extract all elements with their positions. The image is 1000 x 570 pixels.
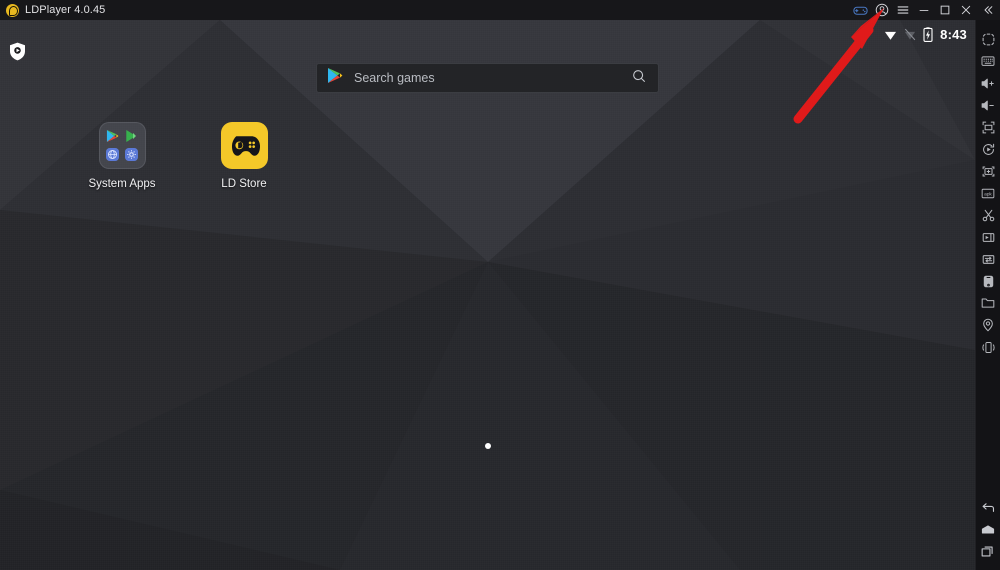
menu-icon[interactable]	[892, 0, 913, 20]
window-title: LDPlayer 4.0.45	[25, 4, 106, 16]
shield-play-icon[interactable]	[9, 42, 26, 61]
collapse-icon[interactable]	[976, 0, 1000, 20]
folder-container	[98, 122, 146, 169]
title-bar-controls	[850, 0, 1000, 20]
google-play-icon	[327, 67, 343, 89]
right-toolbar: apk	[975, 20, 1000, 570]
title-bar: LDPlayer 4.0.45	[0, 0, 1000, 20]
svg-text:apk: apk	[984, 191, 992, 196]
android-status-bar: 8:43	[884, 24, 967, 44]
ldplayer-logo-icon	[6, 3, 19, 17]
ld-store-gamepad-icon	[220, 122, 268, 169]
status-bar-clock: 8:43	[940, 26, 967, 42]
recent-apps-icon[interactable]	[976, 540, 1000, 562]
title-bar-left: LDPlayer 4.0.45	[0, 3, 106, 17]
toolbar-top-group: apk	[976, 28, 1000, 358]
system-apps-tile[interactable]	[98, 122, 146, 169]
maximize-icon[interactable]	[934, 0, 955, 20]
page-indicator-dot[interactable]	[485, 443, 491, 449]
play-games-icon	[123, 128, 140, 145]
signal-icon	[904, 28, 916, 41]
settings-icon	[123, 147, 140, 164]
browser-icon	[105, 147, 122, 164]
gamepad-icon[interactable]	[850, 0, 871, 20]
wallpaper	[0, 20, 975, 570]
minimize-icon[interactable]	[913, 0, 934, 20]
volume-up-icon[interactable]	[976, 72, 1000, 94]
device-icon[interactable]	[976, 270, 1000, 292]
volume-down-icon[interactable]	[976, 94, 1000, 116]
home-icon[interactable]	[976, 518, 1000, 540]
rotate-icon[interactable]	[976, 138, 1000, 160]
scissors-icon[interactable]	[976, 204, 1000, 226]
battery-charging-icon	[923, 26, 933, 42]
close-icon[interactable]	[955, 0, 976, 20]
app-label: System Apps	[88, 178, 156, 190]
video-record-icon[interactable]	[976, 226, 1000, 248]
account-icon[interactable]	[871, 0, 892, 20]
ld-store-tile[interactable]	[220, 122, 268, 169]
ldplayer-window: LDPlayer 4.0.45 8:43 Search games System…	[0, 0, 1000, 570]
keyboard-icon[interactable]	[976, 50, 1000, 72]
wifi-icon	[884, 28, 897, 41]
maximize-screen-icon[interactable]	[976, 116, 1000, 138]
back-icon[interactable]	[976, 496, 1000, 518]
search-games-bar[interactable]: Search games	[316, 63, 659, 93]
location-pin-icon[interactable]	[976, 314, 1000, 336]
shake-device-icon[interactable]	[976, 336, 1000, 358]
apk-install-icon[interactable]: apk	[976, 182, 1000, 204]
search-icon[interactable]	[632, 69, 646, 88]
app-icon-system-apps[interactable]: System Apps	[76, 122, 168, 190]
app-label: LD Store	[221, 178, 267, 190]
play-store-icon	[105, 128, 122, 145]
toolbar-nav-group	[976, 496, 1000, 562]
android-screen[interactable]: 8:43 Search games System Apps LD Store	[0, 20, 975, 570]
fullscreen-ring-icon[interactable]	[976, 28, 1000, 50]
screenshot-icon[interactable]	[976, 160, 1000, 182]
app-icon-ld-store[interactable]: LD Store	[198, 122, 290, 190]
sync-instances-icon[interactable]	[976, 248, 1000, 270]
folder-icon[interactable]	[976, 292, 1000, 314]
search-input-placeholder[interactable]: Search games	[354, 71, 435, 85]
